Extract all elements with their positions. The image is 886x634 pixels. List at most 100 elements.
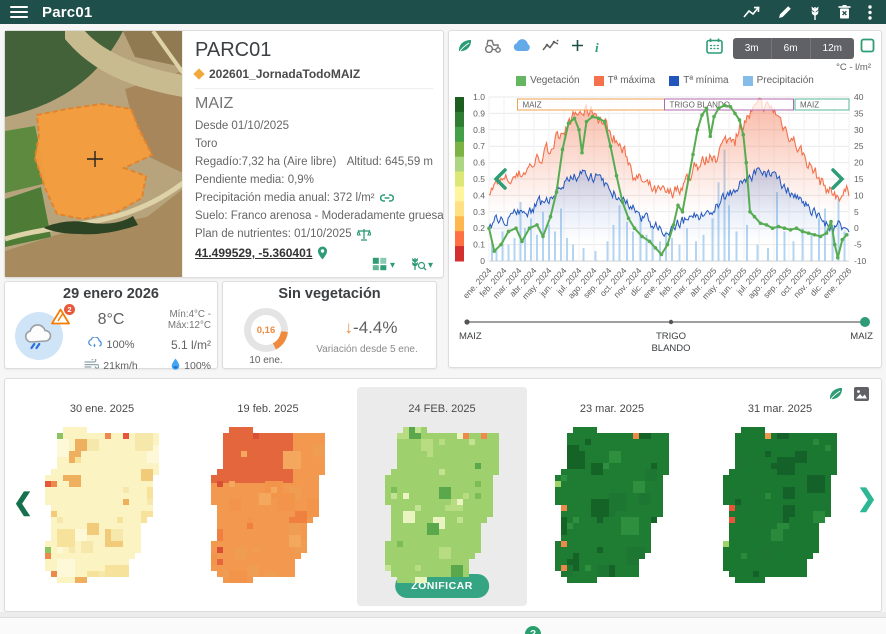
- thumbnail-date: 19 feb. 2025: [193, 403, 343, 419]
- delete-icon[interactable]: [838, 5, 851, 19]
- ndvi-thumbnail-selected[interactable]: 24 FEB. 2025: [367, 403, 517, 603]
- campaign-tag: 202601_JornadaTodoMAIZ: [209, 67, 360, 81]
- svg-text:0.7: 0.7: [473, 141, 485, 151]
- svg-text:-5: -5: [854, 240, 862, 250]
- carousel-prev-icon[interactable]: ❮: [13, 491, 33, 515]
- svg-text:BLANDO: BLANDO: [651, 343, 690, 354]
- ndvi-thumbnail[interactable]: 23 mar. 2025: [537, 403, 687, 603]
- vegetation-value: 0,16: [257, 325, 276, 336]
- altitude-info: Altitud: 645,59 m: [347, 153, 433, 171]
- svg-text:30: 30: [854, 125, 864, 135]
- humidity-icon: [171, 358, 180, 373]
- plus-icon[interactable]: [571, 39, 584, 57]
- svg-text:0.9: 0.9: [473, 108, 485, 118]
- legend-swatch: [743, 76, 753, 86]
- slope-info: Pendiente media: 0,9%: [195, 171, 314, 189]
- balance-scale-icon[interactable]: [357, 228, 371, 241]
- range-6m-button[interactable]: 6m: [772, 38, 811, 59]
- range-3m-button[interactable]: 3m: [733, 38, 772, 59]
- crop-icon[interactable]: [809, 5, 821, 20]
- crop-history-icon[interactable]: ▾: [409, 256, 433, 271]
- ndvi-thumbnail[interactable]: 19 feb. 2025: [193, 403, 343, 603]
- legend-swatch: [516, 76, 526, 86]
- svg-text:20: 20: [854, 158, 864, 168]
- ndvi-thumbnail[interactable]: 31 mar. 2025: [705, 403, 855, 603]
- line-chart-icon[interactable]: [542, 39, 560, 57]
- ndvi-thumbnail[interactable]: 30 ene. 2025: [27, 403, 177, 603]
- stats-icon[interactable]: [743, 5, 761, 19]
- image-icon[interactable]: [854, 387, 869, 406]
- svg-text:0.8: 0.8: [473, 125, 485, 135]
- svg-text:10: 10: [854, 190, 864, 200]
- link-icon[interactable]: [380, 193, 394, 203]
- cloud-icon[interactable]: [513, 39, 531, 57]
- field-satellite-map[interactable]: [5, 31, 183, 277]
- vegetation-change: -4.4%: [353, 318, 397, 337]
- municipality: Toro: [195, 135, 217, 153]
- rain-probability: 100%: [106, 339, 134, 351]
- svg-text:25: 25: [854, 141, 864, 151]
- svg-text:MAIZ: MAIZ: [850, 331, 873, 342]
- nutrient-plan-info: Plan de nutrientes: 01/10/2025: [195, 225, 352, 243]
- weather-date: 29 enero 2026: [5, 286, 217, 302]
- legend-tmax[interactable]: Tª máxima: [594, 75, 656, 86]
- bottom-bar: ?: [0, 612, 886, 634]
- field-zones-icon[interactable]: ▾: [372, 257, 395, 271]
- chevron-down-icon: ▾: [390, 260, 395, 271]
- chart-legend: Vegetación Tª máxima Tª mínima Precipita…: [449, 75, 881, 86]
- weather-alert-icon[interactable]: 2: [51, 308, 73, 328]
- coordinates-link[interactable]: 41.499529, -5.360401: [195, 244, 312, 262]
- svg-text:0: 0: [480, 256, 485, 266]
- annual-precipitation-info: Precipitación media anual: 372 l/m²: [195, 189, 375, 207]
- field-summary-card: PARC01 202601_JornadaTodoMAIZ MAIZ Desde…: [4, 30, 444, 278]
- alert-count-badge: 2: [64, 304, 75, 315]
- rain-probability-icon: [87, 337, 102, 352]
- calendar-icon[interactable]: [706, 38, 723, 59]
- thumbnail-date: 31 mar. 2025: [705, 403, 855, 419]
- current-temp: 8°C: [75, 311, 147, 329]
- svg-text:MAIZ: MAIZ: [459, 331, 482, 342]
- legend-precipitation[interactable]: Precipitación: [743, 75, 814, 86]
- app-header: Parc01: [0, 0, 886, 24]
- thumbnail-date: 30 ene. 2025: [27, 403, 177, 419]
- campaign-diamond-icon: [193, 68, 204, 79]
- divider: [195, 88, 433, 89]
- svg-text:40: 40: [854, 92, 864, 102]
- crop-period-slider[interactable]: MAIZTRIGOBLANDOMAIZ: [453, 313, 879, 363]
- svg-text:1.0: 1.0: [473, 92, 485, 102]
- range-12m-button[interactable]: 12m: [811, 38, 854, 59]
- crop-since: Desde 01/10/2025: [195, 117, 289, 135]
- thumbnail-date: 23 mar. 2025: [537, 403, 687, 419]
- range-selector: 3m 6m 12m: [733, 38, 854, 59]
- legend-vegetation[interactable]: Vegetación: [516, 75, 580, 86]
- carousel-next-icon[interactable]: ❯: [857, 487, 877, 511]
- location-pin-icon[interactable]: [317, 246, 328, 260]
- more-icon[interactable]: [868, 5, 872, 20]
- svg-text:0.2: 0.2: [473, 223, 485, 233]
- vegetation-time-series-chart[interactable]: 0-100.1-50.200.350.4100.5150.6200.7250.8…: [453, 89, 879, 311]
- leaf-icon[interactable]: [457, 38, 473, 59]
- arrow-down-icon: ↓: [345, 318, 354, 337]
- svg-text:0.5: 0.5: [473, 174, 485, 184]
- svg-text:0.6: 0.6: [473, 158, 485, 168]
- info-icon[interactable]: i: [595, 40, 599, 56]
- svg-text:0: 0: [854, 223, 859, 233]
- wind-icon: [84, 359, 99, 372]
- rain-amount: 5.1 l/m²: [171, 338, 211, 352]
- vegetation-index-card: Sin vegetación 0,16 10 ene. ↓-4.4% Varia…: [222, 281, 437, 369]
- soil-info: Suelo: Franco arenosa - Moderadamente gr…: [195, 207, 444, 225]
- thumbnail-date: 24 FEB. 2025: [367, 403, 517, 419]
- edit-icon[interactable]: [778, 5, 792, 19]
- svg-text:-10: -10: [854, 256, 867, 266]
- minmax-temp: Mín:4°C -Máx:12°C: [147, 309, 211, 331]
- extent-icon[interactable]: [860, 38, 875, 58]
- menu-icon[interactable]: [10, 6, 28, 18]
- chart-unit-label: °C - l/m²: [836, 62, 871, 73]
- legend-tmin[interactable]: Tª mínima: [669, 75, 728, 86]
- tractor-icon[interactable]: [484, 39, 502, 58]
- crop-name: MAIZ: [195, 95, 433, 113]
- svg-text:5: 5: [854, 207, 859, 217]
- chevron-down-icon: ▾: [428, 260, 433, 271]
- svg-text:0.4: 0.4: [473, 190, 485, 200]
- field-name: PARC01: [195, 39, 433, 62]
